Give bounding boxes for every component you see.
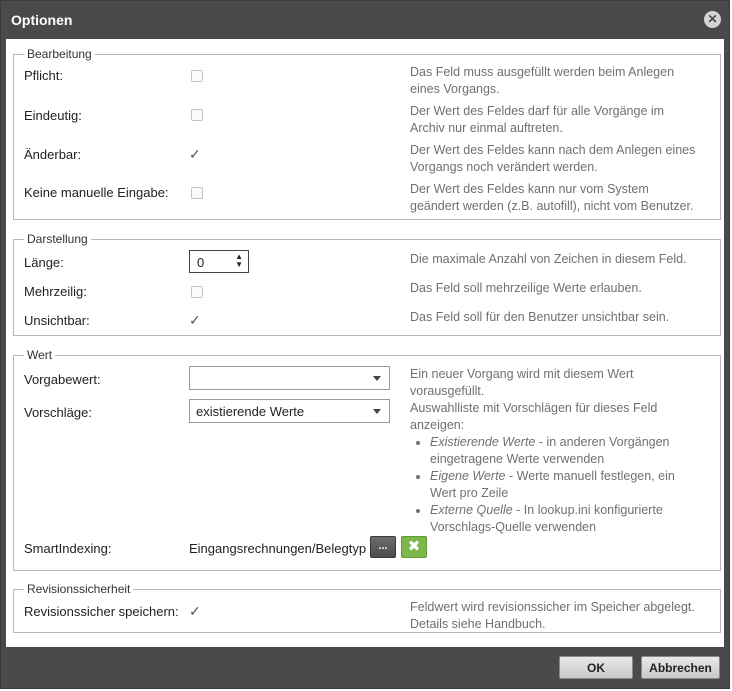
ok-button[interactable]: OK (559, 656, 633, 679)
keine-manuelle-eingabe-checkbox[interactable] (191, 187, 203, 199)
laenge-label: Länge: (24, 255, 64, 270)
cancel-button[interactable]: Abbrechen (641, 656, 720, 679)
spin-down-icon: ▼ (235, 260, 243, 269)
laenge-stepper[interactable]: 0 ▲ ▼ (189, 250, 249, 273)
aenderbar-label: Änderbar: (24, 147, 82, 162)
smartindexing-clear-button[interactable]: ✖ (401, 536, 427, 558)
vorgabewert-label: Vorgabewert: (24, 372, 101, 387)
unsichtbar-description: Das Feld soll für den Benutzer unsichtba… (410, 310, 670, 324)
keine-manuelle-eingabe-label: Keine manuelle Eingabe: (24, 185, 169, 200)
section-bearbeitung: Bearbeitung Pflicht: Das Feld muss ausge… (13, 47, 721, 220)
pflicht-description: Das Feld muss ausgefüllt werden beim Anl… (410, 65, 675, 96)
section-darstellung: Darstellung Länge: 0 ▲ ▼ Die maximale An… (13, 232, 721, 336)
section-legend: Wert (24, 348, 56, 362)
list-item: Existierende Werte - in anderen Vorgänge… (430, 434, 730, 468)
mehrzeilig-checkbox[interactable] (191, 286, 203, 298)
dialog-title: Optionen (11, 12, 73, 28)
smartindexing-browse-button[interactable]: ... (370, 536, 396, 558)
list-item: Eigene Werte - Werte manuell festlegen, … (430, 468, 730, 502)
section-revisionssicherheit: Revisionssicherheit Revisionssicher spei… (13, 582, 721, 633)
unsichtbar-label: Unsichtbar: (24, 313, 90, 328)
chevron-down-icon (373, 376, 381, 381)
options-dialog: Optionen ✕ Bearbeitung Pflicht: Das Feld… (0, 0, 730, 689)
clear-x-icon: ✖ (407, 538, 421, 555)
eindeutig-label: Eindeutig: (24, 108, 82, 123)
laenge-description: Die maximale Anzahl von Zeichen in diese… (410, 252, 687, 266)
vorschlaege-value: existierende Werte (196, 404, 305, 419)
section-legend: Revisionssicherheit (24, 582, 134, 596)
dialog-footer: OK Abbrechen (1, 648, 729, 688)
pflicht-label: Pflicht: (24, 68, 64, 83)
dialog-body: Bearbeitung Pflicht: Das Feld muss ausge… (6, 39, 724, 647)
close-icon[interactable]: ✕ (704, 11, 721, 28)
aenderbar-description: Der Wert des Feldes kann nach dem Anlege… (410, 143, 696, 174)
section-wert: Wert Vorgabewert: Ein neuer Vorgang wird… (13, 348, 721, 571)
unsichtbar-checkbox[interactable]: ✓ (189, 313, 205, 327)
pflicht-checkbox[interactable] (191, 70, 203, 82)
revisionssicher-label: Revisionssicher speichern: (24, 604, 179, 619)
dialog-titlebar[interactable]: Optionen ✕ (1, 1, 729, 38)
chevron-down-icon (373, 409, 381, 414)
laenge-value: 0 (197, 255, 205, 270)
aenderbar-checkbox[interactable]: ✓ (189, 147, 205, 161)
revisionssicher-checkbox[interactable]: ✓ (189, 604, 205, 618)
vorgabewert-select[interactable] (189, 366, 390, 390)
vorgabewert-description: Ein neuer Vorgang wird mit diesem Wert v… (410, 367, 634, 398)
mehrzeilig-description: Das Feld soll mehrzeilige Werte erlauben… (410, 281, 642, 295)
vorschlaege-select[interactable]: existierende Werte (189, 399, 390, 423)
mehrzeilig-label: Mehrzeilig: (24, 284, 87, 299)
smartindexing-value: Eingangsrechnungen/Belegtyp (189, 541, 367, 556)
section-legend: Darstellung (24, 232, 91, 246)
section-legend: Bearbeitung (24, 47, 95, 61)
vorschlaege-label: Vorschläge: (24, 405, 92, 420)
smartindexing-label: SmartIndexing: (24, 541, 112, 556)
vorschlaege-options-list: Existierende Werte - in anderen Vorgänge… (410, 434, 730, 536)
keine-manuelle-eingabe-description: Der Wert des Feldes kann nur vom System … (410, 182, 694, 213)
vorschlaege-description: Auswahlliste mit Vorschlägen für dieses … (410, 401, 658, 432)
revisionssicher-description: Feldwert wird revisionssicher im Speiche… (410, 600, 695, 631)
eindeutig-description: Der Wert des Feldes darf für alle Vorgän… (410, 104, 665, 135)
spin-arrows-icon[interactable]: ▲ ▼ (235, 253, 243, 269)
eindeutig-checkbox[interactable] (191, 109, 203, 121)
list-item: Externe Quelle - In lookup.ini konfiguri… (430, 502, 730, 536)
